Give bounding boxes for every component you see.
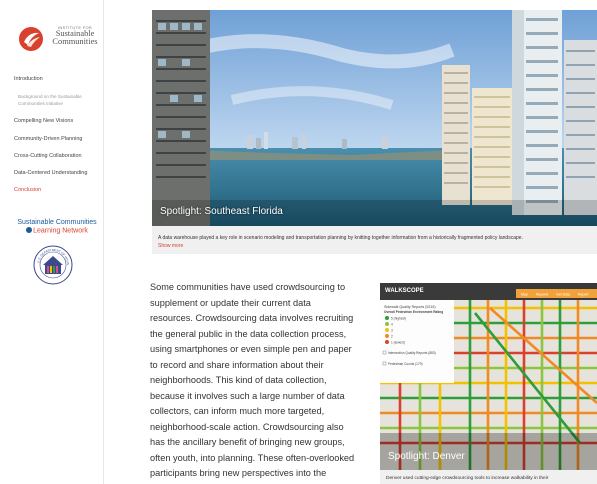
article-line: using smartphones or even simple pen and…: [150, 344, 352, 354]
network-line-1: Sustainable Communities: [17, 219, 97, 226]
spotlight-title-denver: Spotlight: Denver: [388, 451, 465, 462]
article-body: Some communities have used crowdsourcing…: [150, 280, 372, 482]
nav-item-data-centered-understanding[interactable]: Data-Centered Understanding: [14, 170, 87, 176]
map-caption-text: Denver used cutting-edge crowdsourcing t…: [386, 476, 549, 481]
legend-dot-icon: [385, 322, 389, 326]
walkscope-brand: WALKSCOPE: [385, 288, 424, 294]
legend-dot-icon: [385, 328, 389, 332]
walkscope-menu-get-data[interactable]: Get Data: [556, 293, 570, 297]
walkscope-menu-map[interactable]: Map: [521, 293, 528, 297]
nav-item-introduction[interactable]: Introduction: [14, 76, 43, 82]
legend-dot-icon: [385, 340, 389, 344]
nav-item-conclusion[interactable]: Conclusion: [14, 187, 41, 193]
show-more-link[interactable]: Show more: [158, 243, 183, 249]
article-line: has the ancillary benefit of bringing ne…: [150, 437, 345, 447]
hero-caption-text: A data warehouse played a key role in sc…: [158, 235, 523, 241]
walkscope-map-image: WALKSCOPE Map Reports Get Data Report Si…: [380, 283, 597, 470]
hud-seal-icon[interactable]: U.S. DEPARTMENT OF HOUSING AND URBAN DEV…: [33, 245, 73, 285]
article-line: Some communities have used crowdsourcing…: [150, 282, 346, 292]
hero-caption: A data warehouse played a key role in sc…: [152, 226, 597, 254]
pedestrian-label: Pedestrian Counts (179): [388, 362, 423, 366]
isc-logo-mark-icon: [19, 27, 43, 51]
isc-logo[interactable]: INSTITUTE FOR Sustainable Communities: [18, 26, 98, 60]
isc-logo-text: INSTITUTE FOR Sustainable Communities: [45, 26, 105, 47]
miami-skyline-image: [152, 10, 597, 226]
spotlight-title-southeast-florida: Spotlight: Southeast Florida: [160, 206, 283, 217]
legend-label: 5 (highest): [391, 316, 406, 320]
walkscope-legend-subtitle: Overall Pedestrian Environment Rating: [384, 310, 443, 314]
legend-dot-icon: [385, 316, 389, 320]
article-line: collectors, can inform much more targete…: [150, 406, 325, 416]
nav-item-cross-cutting-collaboration[interactable]: Cross-Cutting Collaboration: [14, 153, 82, 159]
article-line: often youth, into planning. These often-…: [150, 452, 355, 463]
legend-label: 1 (lowest): [391, 340, 405, 344]
article-line: because it involves such a large number …: [150, 390, 345, 401]
denver-walkscope-map[interactable]: WALKSCOPE Map Reports Get Data Report Si…: [380, 283, 597, 470]
network-line-2: Learning Network: [33, 227, 88, 235]
map-caption: Denver used cutting-edge crowdsourcing t…: [380, 470, 597, 484]
nav-subitem-background[interactable]: Background on the Sustainable Communitie…: [18, 93, 100, 107]
article-line: supplement or update their current data: [150, 297, 311, 308]
sidebar: INSTITUTE FOR Sustainable Communities In…: [0, 0, 104, 484]
walkscope-legend-title: Sidewalk Quality Reports (5315): [384, 305, 436, 309]
walkscope-menu-reports[interactable]: Reports: [536, 293, 549, 297]
article-line: participants bring new perspectives into…: [150, 468, 327, 478]
article-line: resources. Crowdsourcing data involves r…: [150, 313, 354, 323]
article-line: the general public in the data collectio…: [150, 328, 347, 339]
logo-line-2: Communities: [52, 37, 98, 47]
article-line: neighborhoods. This kind of data collect…: [150, 375, 327, 385]
page: INSTITUTE FOR Sustainable Communities In…: [0, 0, 597, 484]
network-dot-icon: [26, 227, 33, 233]
learning-network-logo[interactable]: Sustainable Communities Learning Network: [14, 219, 100, 236]
intersection-label: Intersection Quality Reports (883): [388, 351, 436, 355]
legend-label: 3: [391, 328, 393, 332]
nav-item-compelling-new-visions[interactable]: Compelling New Visions: [14, 118, 73, 124]
hero-image-southeast-florida[interactable]: Spotlight: Southeast Florida: [152, 10, 597, 226]
legend-label: 4: [391, 322, 393, 326]
legend-dot-icon: [385, 334, 389, 338]
walkscope-menu-report[interactable]: Report: [578, 293, 589, 297]
article-line: to record and share information about th…: [150, 359, 324, 370]
legend-label: 2: [391, 334, 393, 338]
article-line: neighborhood-scale action. Crowdsourcing…: [150, 421, 344, 432]
nav-item-community-driven-planning[interactable]: Community-Driven Planning: [14, 136, 82, 142]
